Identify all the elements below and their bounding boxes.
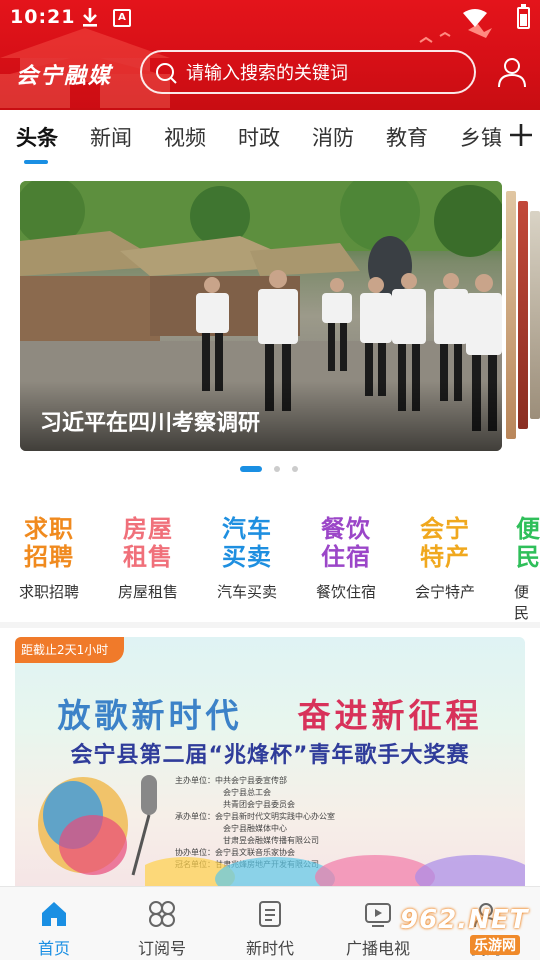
- service-label: 求职招聘: [18, 583, 79, 601]
- deadline-badge: 距截止2天1小时: [15, 637, 125, 663]
- tab-toutiao[interactable]: 头条: [16, 122, 58, 152]
- event-banner[interactable]: 距截止2天1小时 放歌新时代 奋进新征程 会宁县第二届“兆烽杯”青年歌手大奖赛 …: [15, 637, 525, 892]
- carousel-slide[interactable]: 习近平在四川考察调研: [20, 181, 502, 451]
- search-bar[interactable]: 请输入搜索的关键词: [140, 50, 476, 94]
- pagination-dot-active: [240, 466, 262, 472]
- car-icon: 汽车 买卖: [222, 515, 272, 571]
- grid-icon: [149, 901, 175, 927]
- organizer-line: 主办单位：中共会宁县委宣传部: [175, 776, 287, 785]
- nav-label: 首页: [37, 939, 70, 958]
- carousel-next-slide-peek[interactable]: [518, 201, 528, 429]
- tab-news[interactable]: 新闻: [90, 122, 132, 152]
- slide-title: 习近平在四川考察调研: [40, 411, 261, 436]
- home-icon: [42, 902, 66, 926]
- organizer-line: 共青团会宁县委员会: [223, 800, 295, 809]
- banner-slogan: 放歌新时代 奋进新征程: [15, 689, 525, 737]
- site-watermark: 962.NET 乐游网: [400, 905, 536, 957]
- carousel-next-slide-peek[interactable]: [530, 211, 540, 419]
- section-divider: [0, 622, 540, 628]
- service-job[interactable]: 求职 招聘 求职招聘: [4, 515, 94, 602]
- slogan-part2: 奋进新征程: [297, 696, 483, 735]
- service-convenience[interactable]: 便民 便民: [500, 515, 540, 623]
- battery-icon: [517, 4, 530, 29]
- organizer-line: 会宁县总工会: [223, 788, 271, 797]
- add-tab-icon[interactable]: [508, 122, 534, 148]
- service-car[interactable]: 汽车 买卖 汽车买卖: [202, 515, 292, 602]
- service-label: 汽车买卖: [216, 583, 277, 601]
- nav-subscriptions[interactable]: 订阅号: [108, 887, 216, 960]
- status-time: 10:21: [10, 6, 76, 28]
- status-bar: 10:21 A: [0, 0, 540, 36]
- organizer-line: 会宁县融媒体中心: [223, 824, 287, 833]
- pagination-dot: [274, 466, 280, 472]
- user-icon[interactable]: [497, 56, 527, 88]
- job-icon: 求职 招聘: [24, 515, 74, 571]
- dining-icon: 餐饮 住宿: [321, 515, 371, 571]
- wifi-icon: [463, 9, 487, 27]
- service-label: 会宁特产: [414, 583, 475, 601]
- service-grid: 求职 招聘 求职招聘 房屋 租售 房屋租售 汽车 买卖 汽车买卖 餐饮 住宿 餐…: [0, 515, 540, 622]
- headline-carousel[interactable]: 习近平在四川考察调研: [0, 178, 540, 478]
- tab-fire[interactable]: 消防: [312, 122, 354, 152]
- convenience-icon: 便民: [516, 515, 540, 571]
- slogan-part1: 放歌新时代: [57, 696, 243, 735]
- service-label: 餐饮住宿: [315, 583, 376, 601]
- service-housing[interactable]: 房屋 租售 房屋租售: [103, 515, 193, 602]
- tv-icon: [365, 903, 391, 927]
- service-label: 便民: [514, 583, 530, 622]
- app-header: 10:21 A 会宁融媒 请输入搜索的关键词: [0, 0, 540, 110]
- category-tabs: 头条 新闻 视频 时政 消防 教育 乡镇: [0, 110, 540, 168]
- service-specialty[interactable]: 会宁 特产 会宁特产: [400, 515, 490, 602]
- search-placeholder: 请输入搜索的关键词: [186, 63, 348, 84]
- search-icon: [156, 63, 177, 84]
- paint-splash-decoration: [145, 855, 525, 892]
- carousel-next-slide-peek[interactable]: [506, 191, 516, 439]
- specialty-icon: 会宁 特产: [420, 515, 470, 571]
- document-icon: [259, 901, 281, 927]
- organizer-line: 承办单位：会宁县新时代文明实践中心办公室: [175, 812, 335, 821]
- tab-video[interactable]: 视频: [164, 122, 206, 152]
- service-dining[interactable]: 餐饮 住宿 餐饮住宿: [301, 515, 391, 602]
- tab-education[interactable]: 教育: [386, 122, 428, 152]
- watermark-subtext: 乐游网: [470, 935, 520, 955]
- nav-label: 新时代: [245, 939, 294, 958]
- housing-icon: 房屋 租售: [123, 515, 173, 571]
- nav-new-era[interactable]: 新时代: [216, 887, 324, 960]
- tab-politics[interactable]: 时政: [238, 122, 280, 152]
- pagination-dot: [292, 466, 298, 472]
- watermark-text: 962.NET: [400, 905, 529, 935]
- notification-a-icon: A: [113, 9, 131, 27]
- app-logo[interactable]: 会宁融媒: [16, 58, 112, 90]
- nav-home[interactable]: 首页: [0, 887, 108, 960]
- service-label: 房屋租售: [117, 583, 178, 601]
- tab-township[interactable]: 乡镇: [460, 122, 502, 152]
- active-tab-indicator: [24, 160, 48, 164]
- nav-label: 订阅号: [137, 939, 186, 958]
- download-icon: [83, 8, 97, 27]
